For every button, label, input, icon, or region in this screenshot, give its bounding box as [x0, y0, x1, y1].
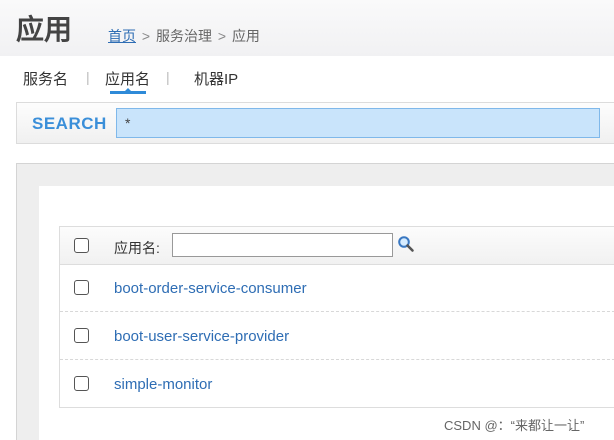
select-all-checkbox[interactable]: [74, 238, 89, 253]
page-header: 应用 首页 > 服务治理 > 应用: [0, 0, 614, 56]
search-bar: SEARCH: [16, 102, 614, 144]
content-panel: 应用名: boot-order-service-consumer boot-us…: [39, 186, 614, 440]
search-input[interactable]: [116, 108, 600, 138]
tab-divider: |: [166, 69, 170, 85]
table-header: 应用名:: [60, 227, 614, 265]
breadcrumb-current: 应用: [231, 28, 260, 44]
row-checkbox[interactable]: [74, 376, 89, 391]
breadcrumb-section: 服务治理: [155, 28, 212, 44]
application-filter-input[interactable]: [172, 233, 393, 257]
tab-machine-ip[interactable]: 机器IP: [194, 68, 238, 89]
row-checkbox[interactable]: [74, 280, 89, 295]
application-link[interactable]: boot-user-service-provider: [114, 328, 289, 345]
table-row: boot-order-service-consumer: [60, 265, 614, 312]
breadcrumb-home-link[interactable]: 首页: [108, 28, 136, 44]
row-checkbox[interactable]: [74, 328, 89, 343]
application-link[interactable]: simple-monitor: [114, 376, 212, 393]
tab-service-name[interactable]: 服务名: [23, 68, 68, 89]
breadcrumb-separator: >: [141, 28, 151, 44]
table-row: simple-monitor: [60, 361, 614, 408]
tab-application-name[interactable]: 应用名: [105, 68, 150, 89]
application-table: 应用名: boot-order-service-consumer boot-us…: [59, 226, 614, 408]
application-link[interactable]: boot-order-service-consumer: [114, 280, 307, 297]
tab-divider: |: [86, 69, 90, 85]
search-icon[interactable]: [397, 235, 415, 253]
table-row: boot-user-service-provider: [60, 313, 614, 360]
search-label: SEARCH: [32, 114, 107, 133]
main-panel: 应用名: boot-order-service-consumer boot-us…: [16, 163, 614, 440]
search-type-tabs: 服务名 | 应用名 | 机器IP: [0, 56, 614, 98]
page-title: 应用: [16, 13, 73, 46]
breadcrumb: 首页 > 服务治理 > 应用: [108, 26, 260, 46]
application-filter-label: 应用名:: [114, 240, 160, 256]
breadcrumb-separator: >: [217, 28, 227, 44]
page: 应用 首页 > 服务治理 > 应用 服务名 | 应用名 | 机器IP SEARC…: [0, 0, 614, 440]
active-tab-underline: [110, 91, 146, 94]
watermark: CSDN @：“来都让一让”: [444, 418, 585, 433]
